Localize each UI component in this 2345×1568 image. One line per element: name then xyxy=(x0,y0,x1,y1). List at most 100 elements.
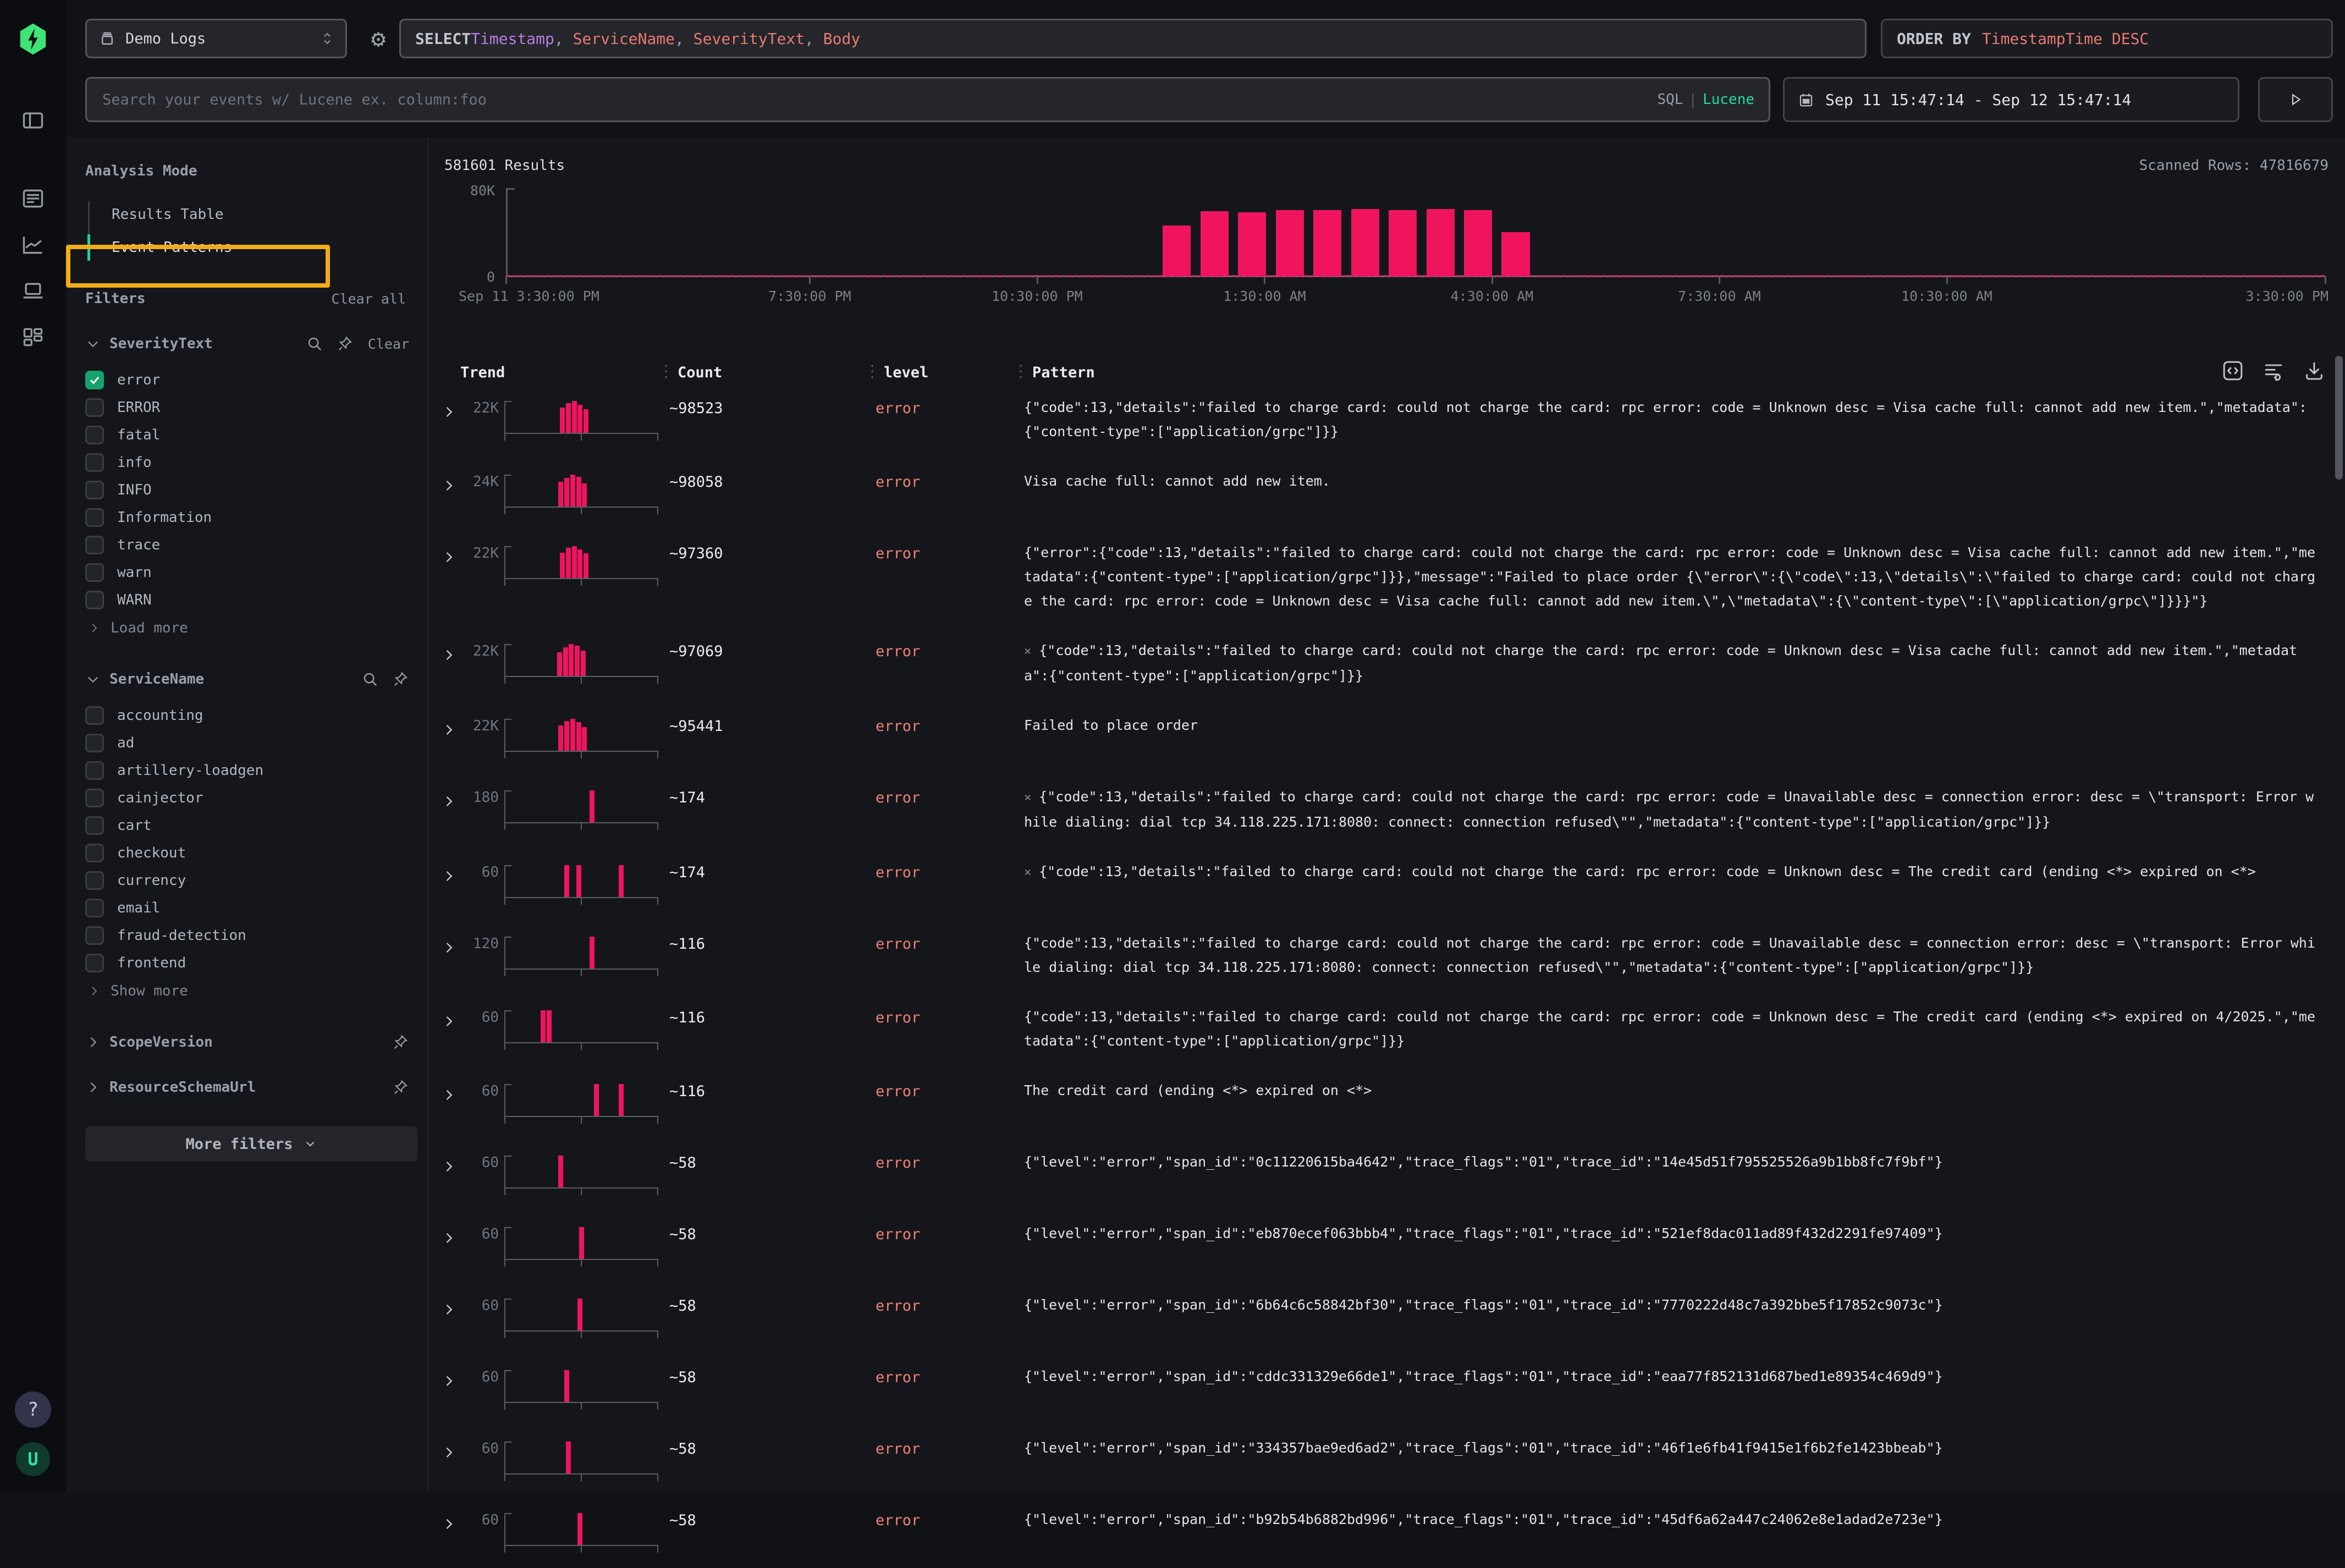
checkbox-unchecked[interactable] xyxy=(85,954,104,972)
row-expand-chevron-icon[interactable] xyxy=(441,472,463,493)
filter-option-email[interactable]: email xyxy=(85,894,428,922)
avatar[interactable]: U xyxy=(16,1442,50,1476)
filter-option-error[interactable]: error xyxy=(85,366,428,394)
filter-option-cart[interactable]: cart xyxy=(85,812,428,839)
time-range-picker[interactable]: Sep 11 15:47:14 - Sep 12 15:47:14 xyxy=(1783,77,2239,122)
histogram-plot[interactable]: Sep 11 3:30:00 PM7:30:00 PM10:30:00 PM1:… xyxy=(506,188,2325,276)
pattern-cell[interactable]: Failed to place order xyxy=(1024,713,2321,738)
checkbox-unchecked[interactable] xyxy=(85,761,104,780)
more-filters-button[interactable]: More filters xyxy=(85,1126,417,1162)
dashboards-icon[interactable] xyxy=(19,323,47,351)
search-mode-toggle[interactable]: SQL|Lucene xyxy=(1657,91,1754,108)
pattern-row[interactable]: 120~116error{"code":13,"details":"failed… xyxy=(430,920,2345,994)
pattern-cell[interactable]: The credit card (ending <*> expired on <… xyxy=(1024,1079,2321,1103)
histogram-bar[interactable] xyxy=(1464,210,1492,276)
filter-option-fatal[interactable]: fatal xyxy=(85,421,428,449)
histogram-bar[interactable] xyxy=(1389,210,1417,276)
view-code-icon[interactable] xyxy=(2222,360,2244,382)
histogram-bar[interactable] xyxy=(1313,210,1341,276)
filter-option-cainjector[interactable]: cainjector xyxy=(85,784,428,812)
pattern-cell[interactable]: {"code":13,"details":"failed to charge c… xyxy=(1024,931,2321,980)
search-logs-icon[interactable] xyxy=(19,185,47,212)
checkbox-checked[interactable] xyxy=(85,371,104,389)
pattern-exclude-icon[interactable]: × xyxy=(1024,866,1031,879)
checkbox-unchecked[interactable] xyxy=(85,844,104,862)
search-icon[interactable] xyxy=(362,671,378,687)
pattern-row[interactable]: 60~116errorThe credit card (ending <*> e… xyxy=(430,1068,2345,1139)
checkbox-unchecked[interactable] xyxy=(85,481,104,499)
checkbox-unchecked[interactable] xyxy=(85,536,104,554)
checkbox-unchecked[interactable] xyxy=(85,563,104,582)
clear-all-filters[interactable]: Clear all xyxy=(332,291,406,307)
filter-option-fraud-detection[interactable]: fraud-detection xyxy=(85,922,428,949)
pattern-cell[interactable]: {"level":"error","span_id":"334357bae9ed… xyxy=(1024,1436,2321,1460)
pattern-cell[interactable]: {"level":"error","span_id":"eb870ecef063… xyxy=(1024,1222,2321,1246)
histogram-bar[interactable] xyxy=(1238,212,1266,276)
row-expand-chevron-icon[interactable] xyxy=(441,934,463,955)
histogram-bar[interactable] xyxy=(1351,209,1379,276)
help-button[interactable]: ? xyxy=(15,1391,51,1428)
pattern-row[interactable]: 22K~97069error×{"code":13,"details":"fai… xyxy=(430,628,2345,702)
download-icon[interactable] xyxy=(2303,360,2325,382)
filter-option-currency[interactable]: currency xyxy=(85,867,428,894)
filter-option-frontend[interactable]: frontend xyxy=(85,949,428,977)
search-input[interactable] xyxy=(101,91,1657,109)
histogram-bar[interactable] xyxy=(1163,225,1191,276)
checkbox-unchecked[interactable] xyxy=(85,453,104,472)
row-expand-chevron-icon[interactable] xyxy=(441,717,463,738)
source-select[interactable]: Demo Logs xyxy=(85,19,347,58)
run-query-button[interactable] xyxy=(2258,77,2333,122)
checkbox-unchecked[interactable] xyxy=(85,789,104,807)
pin-icon[interactable] xyxy=(393,671,409,687)
pattern-cell[interactable]: {"error":{"code":13,"details":"failed to… xyxy=(1024,541,2321,613)
pattern-cell[interactable]: {"level":"error","span_id":"6b64c6c58842… xyxy=(1024,1293,2321,1317)
load-more-button[interactable]: Load more xyxy=(85,614,428,642)
row-expand-chevron-icon[interactable] xyxy=(441,544,463,565)
row-expand-chevron-icon[interactable] xyxy=(441,1153,463,1174)
filter-option-trace[interactable]: trace xyxy=(85,531,428,559)
results-histogram[interactable]: 80K 0 Sep 11 3:30:00 PM7:30:00 PM10:30:0… xyxy=(444,178,2329,316)
filter-group-header-resourceschemaurl[interactable]: ResourceSchemaUrl xyxy=(85,1079,428,1096)
pattern-row[interactable]: 60~116error{"code":13,"details":"failed … xyxy=(430,994,2345,1068)
scrollbar-thumb[interactable] xyxy=(2335,356,2343,480)
filter-group-header-scopeversion[interactable]: ScopeVersion xyxy=(85,1034,428,1050)
row-expand-chevron-icon[interactable] xyxy=(441,399,463,420)
pattern-row[interactable]: 22K~98523error{"code":13,"details":"fail… xyxy=(430,384,2345,458)
filter-option-checkout[interactable]: checkout xyxy=(85,839,428,867)
pattern-row[interactable]: 60~58error{"level":"error","span_id":"0c… xyxy=(430,1139,2345,1211)
pattern-cell[interactable]: {"level":"error","span_id":"cddc331329e6… xyxy=(1024,1365,2321,1389)
column-header-level[interactable]: ⋮level xyxy=(884,364,1032,381)
pattern-cell[interactable]: {"level":"error","span_id":"0c11220615ba… xyxy=(1024,1150,2321,1174)
checkbox-unchecked[interactable] xyxy=(85,591,104,609)
pattern-row[interactable]: 22K~97360error{"error":{"code":13,"detai… xyxy=(430,530,2345,628)
histogram-bar[interactable] xyxy=(1201,211,1229,276)
checkbox-unchecked[interactable] xyxy=(85,734,104,752)
orderby-input[interactable]: ORDER BY TimestampTime DESC xyxy=(1881,19,2333,58)
row-expand-chevron-icon[interactable] xyxy=(441,642,463,663)
pattern-cell[interactable]: {"code":13,"details":"failed to charge c… xyxy=(1024,1005,2321,1053)
analysis-mode-item-event-patterns[interactable]: Event Patterns xyxy=(85,231,428,264)
row-expand-chevron-icon[interactable] xyxy=(441,1082,463,1103)
histogram-bar[interactable] xyxy=(1276,210,1304,276)
filter-option-accounting[interactable]: accounting xyxy=(85,702,428,729)
chart-metrics-icon[interactable] xyxy=(19,231,47,258)
select-query-input[interactable]: SELECT Timestamp, ServiceName, SeverityT… xyxy=(399,19,1867,58)
filter-group-header-severitytext[interactable]: SeverityTextClear xyxy=(85,335,428,352)
pattern-cell[interactable]: ×{"code":13,"details":"failed to charge … xyxy=(1024,860,2321,885)
filter-option-information[interactable]: Information xyxy=(85,504,428,531)
row-expand-chevron-icon[interactable] xyxy=(441,788,463,809)
row-expand-chevron-icon[interactable] xyxy=(441,1296,463,1317)
checkbox-unchecked[interactable] xyxy=(85,899,104,917)
pattern-row[interactable]: 60~58error{"level":"error","span_id":"33… xyxy=(430,1425,2345,1497)
mode-sql[interactable]: SQL xyxy=(1657,91,1683,108)
row-expand-chevron-icon[interactable] xyxy=(441,1439,463,1460)
pattern-cell[interactable]: {"level":"error","span_id":"b92b54b6882b… xyxy=(1024,1508,2321,1532)
filter-option-error[interactable]: ERROR xyxy=(85,394,428,421)
checkbox-unchecked[interactable] xyxy=(85,871,104,890)
pattern-row[interactable]: 60~58error{"level":"error","span_id":"cd… xyxy=(430,1354,2345,1425)
histogram-bar[interactable] xyxy=(1501,232,1529,276)
gear-icon[interactable]: ⚙ xyxy=(363,23,394,54)
pattern-row[interactable]: 180~174error×{"code":13,"details":"faile… xyxy=(430,774,2345,849)
app-logo-icon[interactable] xyxy=(16,22,50,56)
pattern-row[interactable]: 60~58error{"level":"error","span_id":"eb… xyxy=(430,1211,2345,1282)
